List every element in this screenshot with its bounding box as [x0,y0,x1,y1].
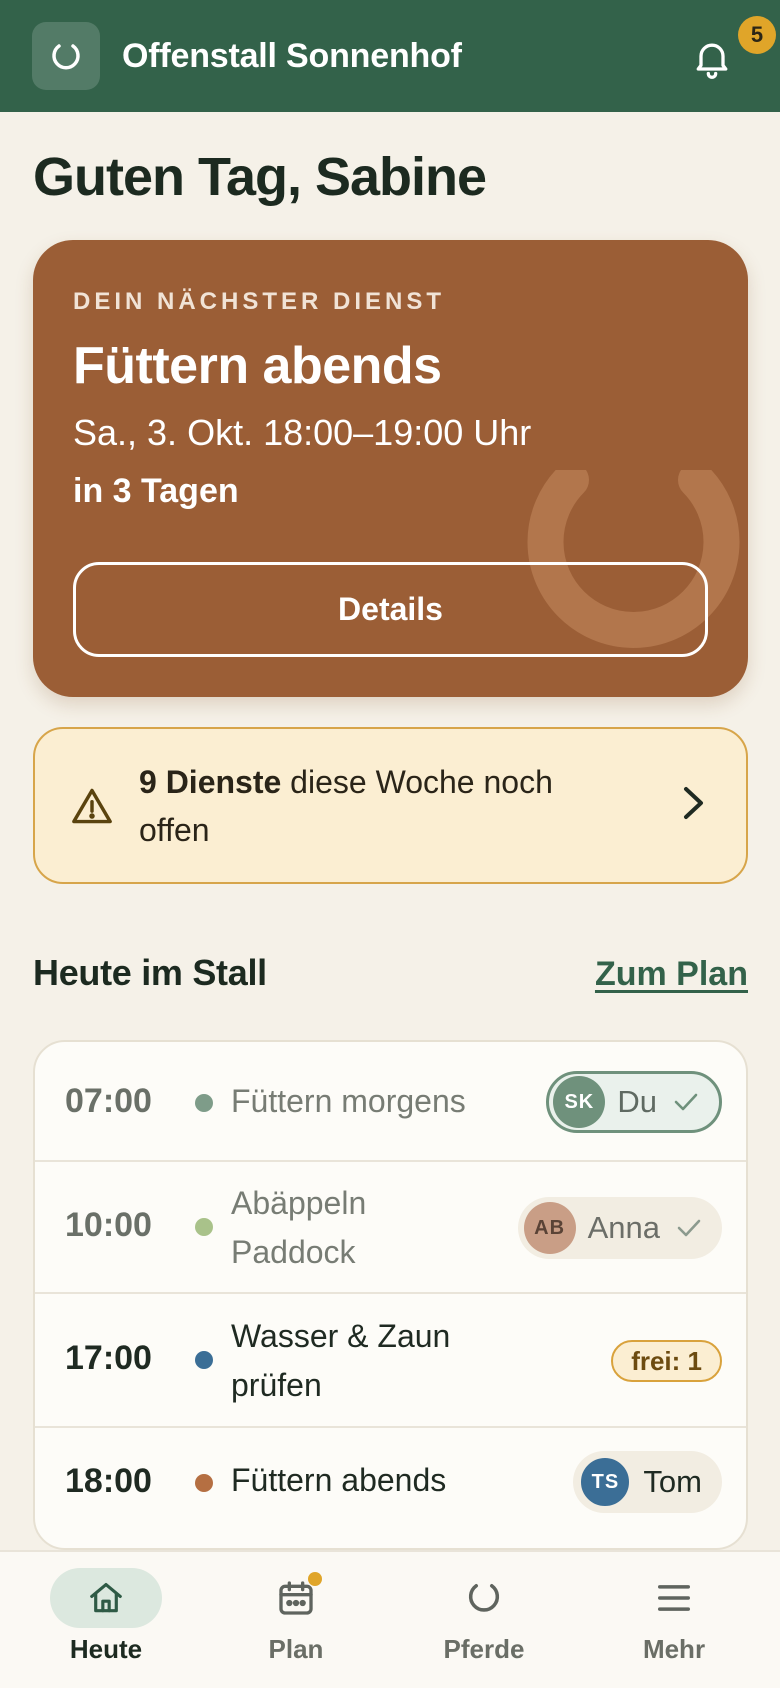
row-category-dot [195,1094,213,1112]
check-icon [674,1093,698,1111]
tab-mehr[interactable]: Mehr [594,1568,754,1678]
home-icon [90,1582,122,1613]
row-category-dot [195,1218,213,1236]
tab-label: Heute [69,1634,143,1664]
greeting-heading: Guten Tag, Sabine [33,147,487,207]
tab-heute[interactable]: Heute [26,1568,186,1678]
tab-icon-wrap [50,1568,162,1628]
assignee-pill: AB Anna [517,1197,722,1259]
list-item[interactable]: 17:00 Wasser & Zaun prüfen frei: 1 [35,1294,746,1428]
list-item[interactable]: 18:00 Füttern abends TS Tom [35,1428,746,1548]
row-task: Füttern abends [231,1462,447,1498]
duty-relative-time: in 3 Tagen [73,472,239,510]
app-header: Offenstall Sonnenhof 5 [0,0,780,112]
notification-badge: 5 [738,16,776,54]
list-item[interactable]: 10:00 Abäppeln Paddock AB Anna [35,1162,746,1294]
menu-icon [658,1585,690,1611]
row-task: Füttern morgens [231,1083,466,1119]
to-plan-link[interactable]: Zum Plan [595,955,748,994]
row-time: 17:00 [65,1339,152,1377]
tab-label: Plan [268,1634,324,1664]
today-list: 07:00 Füttern morgens SK Du 10:00 Abäppe… [33,1040,748,1550]
warning-icon [72,788,112,823]
duty-eyebrow: DEIN NÄCHSTER DIENST [73,288,446,315]
tab-pferde[interactable]: Pferde [404,1568,564,1678]
alert-count: 9 Dienste [139,763,282,800]
avatar: AB [523,1202,576,1254]
avatar: SK [553,1076,606,1128]
alert-text: 9 Dienste diese Woche noch offen [139,758,609,854]
row-category-dot [195,1351,213,1369]
open-slots-badge: frei: 1 [611,1340,722,1382]
tab-plan[interactable]: Plan [216,1568,376,1678]
bottom-tab-bar: Heute Plan Pferde Mehr [0,1550,780,1688]
avatar: TS [579,1456,632,1508]
details-button[interactable]: Details [73,562,708,657]
row-task: Wasser & Zaun prüfen [231,1318,451,1403]
tab-icon-wrap [428,1568,540,1628]
assignee-pill: TS Tom [573,1451,722,1513]
row-time: 07:00 [65,1082,152,1120]
check-icon [677,1219,701,1237]
row-category-dot [195,1474,213,1492]
tab-label: Mehr [642,1634,706,1664]
horseshoe-logo-icon [32,22,100,90]
assignee-pill: SK Du [546,1071,722,1133]
unread-dot [308,1572,322,1586]
notifications-button[interactable] [684,30,740,86]
duty-title: Füttern abends [73,337,442,395]
next-duty-card: DEIN NÄCHSTER DIENST Füttern abends Sa.,… [33,240,748,697]
chevron-right-icon [684,787,703,819]
assignee-name: Anna [587,1210,660,1245]
tab-icon-wrap [618,1568,730,1628]
duty-datetime: Sa., 3. Okt. 18:00–19:00 Uhr [73,412,532,453]
row-time: 18:00 [65,1462,152,1500]
tab-label: Pferde [443,1634,525,1664]
assignee-name: Tom [643,1464,702,1499]
row-time: 10:00 [65,1206,152,1244]
app-title: Offenstall Sonnenhof [122,36,462,75]
list-item[interactable]: 07:00 Füttern morgens SK Du [35,1042,746,1162]
row-task: Abäppeln Paddock [231,1185,367,1270]
horseshoe-icon [468,1584,500,1612]
open-duties-alert[interactable]: 9 Dienste diese Woche noch offen [33,727,748,884]
bell-icon [696,43,728,79]
tab-icon-wrap [240,1568,352,1628]
today-section-title: Heute im Stall [33,952,267,993]
assignee-name: Du [617,1084,657,1119]
